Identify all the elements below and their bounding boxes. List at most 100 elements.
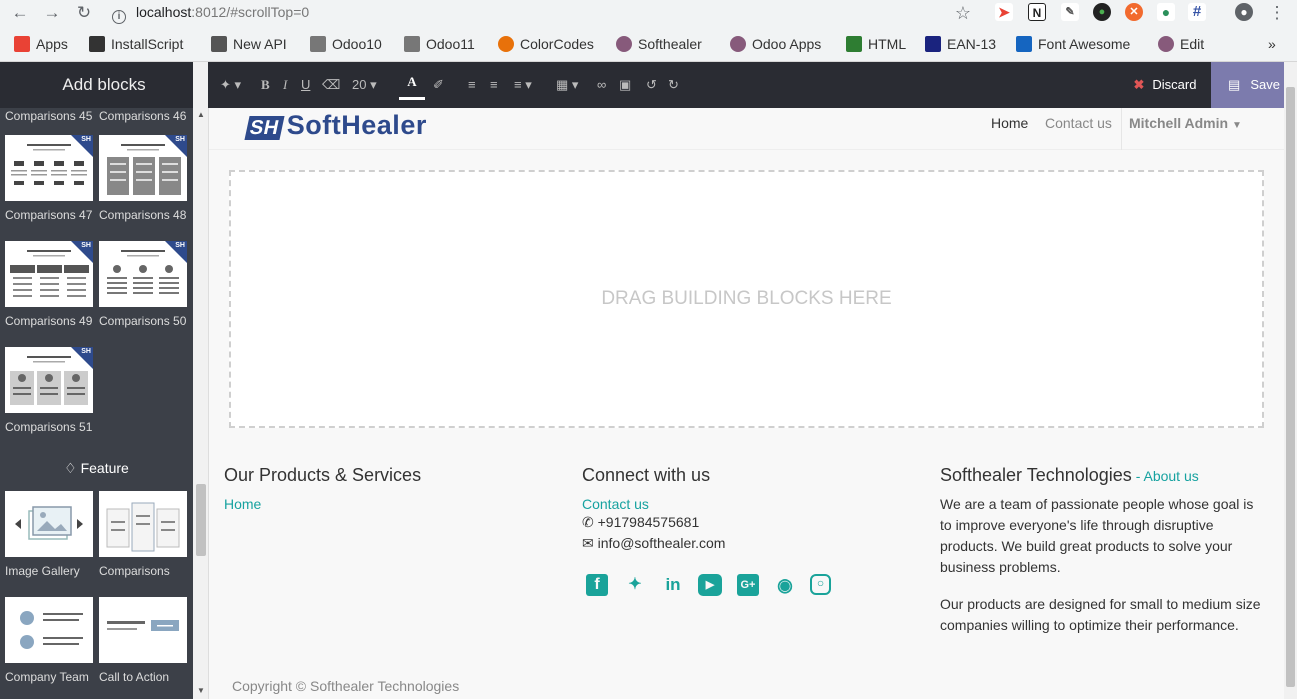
paint-brush-icon[interactable]: ✐ [433,75,444,95]
snippet-block[interactable]: Call to Action [99,597,187,684]
page-scrollbar[interactable] [1284,62,1297,699]
profile-avatar-icon[interactable]: ● [1235,3,1253,21]
snippet-thumbnail [99,597,187,663]
notion-extension-icon[interactable]: N [1028,3,1046,21]
discard-button[interactable]: ✖ Discard [1121,62,1209,108]
bookmark-item[interactable]: InstallScript [89,32,183,56]
bookmark-item[interactable]: Odoo Apps [730,32,821,56]
back-icon[interactable]: ← [9,2,31,24]
email-row: ✉ info@softhealer.com [582,533,912,554]
snippet-block[interactable]: SH Comparisons 49 [5,241,93,328]
bookmark-label: Odoo11 [426,36,475,52]
bookmark-item[interactable]: Odoo11 [404,32,475,56]
forward-icon[interactable]: → [41,2,63,24]
google-plus-icon[interactable]: G+ [737,574,759,596]
linkedin-icon[interactable]: in [661,574,685,596]
snippet-block[interactable]: Image Gallery [5,491,93,578]
font-size-value: 20 [352,77,367,92]
bookmark-star-icon[interactable]: ☆ [952,2,974,24]
bookmark-item[interactable]: Softhealer [616,32,702,56]
github-icon[interactable]: ◉ [773,574,797,596]
odoo-circle-icon [730,36,746,52]
link-icon[interactable]: ∞ [597,75,606,95]
url-host: localhost [136,4,192,20]
sr-badge-text: SH [81,242,91,249]
block-label: Comparisons 49 [5,314,93,328]
bookmark-item[interactable]: New API [211,32,287,56]
nav-contact[interactable]: Contact us [1045,115,1112,131]
reload-icon[interactable]: ↻ [73,2,95,24]
user-menu[interactable]: Mitchell Admin ▼ [1129,115,1242,131]
grid-extension-icon[interactable]: # [1188,3,1206,21]
snippet-block[interactable]: SH Comparisons 51 [5,347,93,434]
site-info-icon[interactable]: i [112,10,126,24]
drop-zone[interactable]: DRAG BUILDING BLOCKS HERE [229,170,1264,428]
facebook-icon[interactable]: f [586,574,608,596]
undo-icon[interactable]: ↺ [646,75,657,95]
url-field[interactable]: i localhost:8012/#scrollTop=0 [112,1,310,24]
bookmark-item[interactable]: HTML [846,32,906,56]
nav-home[interactable]: Home [991,115,1028,131]
panel-scrollbar[interactable]: ▲ ▼ [193,62,209,699]
url-path: :8012/#scrollTop=0 [191,4,310,20]
footer-contact-link[interactable]: Contact us [582,496,912,512]
snippet-block[interactable]: SH Comparisons 48 [99,135,187,222]
magic-wand-icon[interactable]: ✦ ▾ [220,75,241,95]
bookmark-item[interactable]: Font Awesome [1016,32,1130,56]
text-color-button[interactable]: A [399,72,425,100]
sr-badge-text: SH [81,136,91,143]
close-icon: ✖ [1133,77,1145,92]
chrome-menu-icon[interactable]: ⋮ [1266,2,1288,24]
footer-heading: Softhealer Technologies - About us [940,465,1265,486]
instagram-icon[interactable]: ○ [810,574,831,595]
italic-button[interactable]: I [283,75,287,95]
underline-button[interactable]: U [301,75,310,95]
bookmark-label: ColorCodes [520,36,594,52]
scroll-up-icon[interactable]: ▲ [197,110,205,119]
scroll-thumb[interactable] [196,484,206,556]
more-bookmarks-icon[interactable]: » [1268,32,1276,56]
snippet-block[interactable]: Comparisons [99,491,187,578]
extension-icon[interactable]: ➤ [995,3,1013,21]
bold-button[interactable]: B [261,75,270,95]
image-icon[interactable]: ▣ [619,75,631,95]
footer-home-link[interactable]: Home [224,496,554,512]
footer-about-link[interactable]: About us [1143,468,1198,484]
bookmark-item[interactable]: Odoo10 [310,32,382,56]
title-separator: - [1131,468,1144,484]
globe-extension-icon[interactable]: ● [1157,3,1175,21]
bookmark-item[interactable]: ColorCodes [498,32,594,56]
youtube-icon[interactable]: ▶ [698,574,722,596]
scroll-thumb[interactable] [1286,87,1295,687]
about-paragraph: We are a team of passionate people whose… [940,496,1254,575]
font-size-select[interactable]: 20 ▾ [352,75,377,95]
bookmark-label: Softhealer [638,36,702,52]
twitter-icon[interactable]: ✦ [623,574,647,596]
table-icon[interactable]: ▦ ▾ [556,75,578,95]
redo-icon[interactable]: ↻ [668,75,679,95]
company-name: Softhealer Technologies [940,465,1132,485]
bookmark-item[interactable]: Apps [14,32,68,56]
diamond-icon: ♢ [64,460,77,476]
section-label: Feature [80,460,129,476]
snippet-block[interactable]: SH Comparisons 47 [5,135,93,222]
odoo-circle-icon [1158,36,1174,52]
scroll-down-icon[interactable]: ▼ [197,686,205,695]
bookmark-label: Odoo10 [332,36,382,52]
eraser-icon[interactable]: ⌫ [322,75,340,95]
orange-extension-icon[interactable]: ✕ [1125,3,1143,21]
gauge-extension-icon[interactable]: ● [1093,3,1111,21]
snippet-block[interactable]: Company Team [5,597,93,684]
site-logo[interactable]: SH SoftHealer [244,110,427,141]
bookmarks-bar: Apps InstallScript New API Odoo10 Odoo11 Colo… [0,32,1297,56]
align-icon[interactable]: ≡ ▾ [514,75,532,95]
snippet-block[interactable]: SH Comparisons 50 [99,241,187,328]
numbered-list-icon[interactable]: ≡ [490,75,498,95]
picker-extension-icon[interactable]: ✎ [1061,3,1079,21]
bullet-list-icon[interactable]: ≡ [468,75,476,95]
snippet-thumbnail: SH [5,241,93,307]
bookmark-item[interactable]: EAN-13 [925,32,996,56]
feature-section-header: ♢ Feature [0,460,193,477]
bookmark-item[interactable]: Edit [1158,32,1204,56]
barcode-icon [925,36,941,52]
